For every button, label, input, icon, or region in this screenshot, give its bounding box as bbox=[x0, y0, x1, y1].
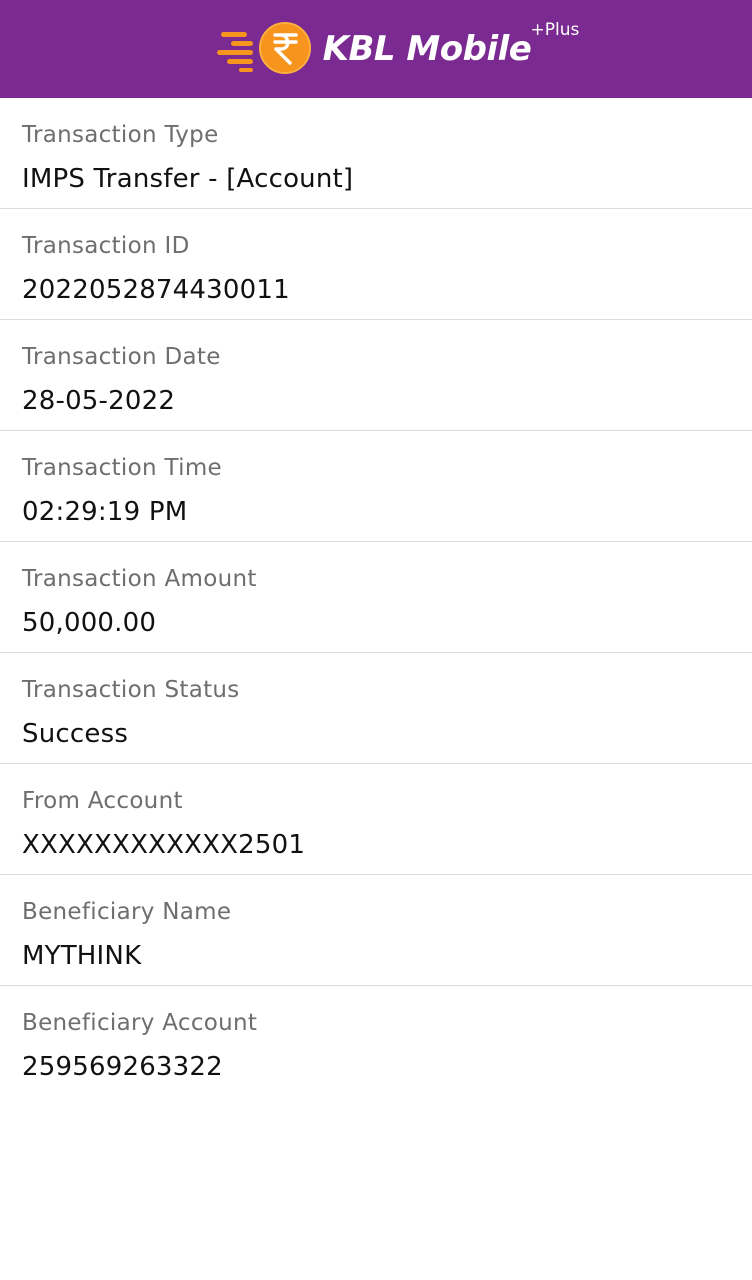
transaction-details-list: Transaction Type IMPS Transfer - [Accoun… bbox=[0, 98, 752, 1097]
detail-label: Transaction Amount bbox=[22, 566, 257, 592]
detail-value: IMPS Transfer - [Account] bbox=[22, 164, 354, 194]
brand-title: KBL Mobile bbox=[322, 29, 532, 69]
rupee-coin-logo-icon bbox=[216, 22, 311, 74]
app-header: KBL Mobile +Plus bbox=[0, 0, 752, 98]
brand-suffix-text: Plus bbox=[544, 20, 580, 40]
detail-value: Success bbox=[22, 719, 129, 749]
detail-row-transaction-id: Transaction ID 2022052874430011 bbox=[0, 209, 752, 320]
detail-row-transaction-amount: Transaction Amount 50,000.00 bbox=[0, 542, 752, 653]
detail-value: 02:29:19 PM bbox=[22, 497, 188, 527]
detail-value: 2022052874430011 bbox=[22, 275, 290, 305]
detail-row-beneficiary-account: Beneficiary Account 259569263322 bbox=[0, 986, 752, 1097]
detail-label: Beneficiary Name bbox=[22, 899, 232, 925]
detail-value: 259569263322 bbox=[22, 1052, 223, 1082]
transaction-details-screen: KBL Mobile +Plus Transaction Type IMPS T… bbox=[0, 0, 752, 1280]
detail-value: MYTHINK bbox=[22, 941, 142, 971]
detail-row-transaction-status: Transaction Status Success bbox=[0, 653, 752, 764]
detail-value: 28-05-2022 bbox=[22, 386, 176, 416]
brand-suffix: +Plus bbox=[530, 20, 580, 40]
detail-label: Transaction Time bbox=[22, 455, 222, 481]
brand-name: KBL Mobile +Plus bbox=[322, 22, 580, 69]
detail-value: XXXXXXXXXXXX2501 bbox=[22, 830, 306, 860]
detail-row-transaction-date: Transaction Date 28-05-2022 bbox=[0, 320, 752, 431]
app-logo: KBL Mobile +Plus bbox=[216, 20, 580, 78]
detail-label: Beneficiary Account bbox=[22, 1010, 258, 1036]
detail-label: Transaction ID bbox=[22, 233, 190, 259]
detail-label: Transaction Date bbox=[22, 344, 221, 370]
detail-label: From Account bbox=[22, 788, 183, 814]
detail-label: Transaction Status bbox=[22, 677, 240, 703]
detail-row-transaction-type: Transaction Type IMPS Transfer - [Accoun… bbox=[0, 98, 752, 209]
detail-row-from-account: From Account XXXXXXXXXXXX2501 bbox=[0, 764, 752, 875]
detail-row-transaction-time: Transaction Time 02:29:19 PM bbox=[0, 431, 752, 542]
detail-row-beneficiary-name: Beneficiary Name MYTHINK bbox=[0, 875, 752, 986]
detail-label: Transaction Type bbox=[22, 122, 219, 148]
detail-value: 50,000.00 bbox=[22, 608, 157, 638]
